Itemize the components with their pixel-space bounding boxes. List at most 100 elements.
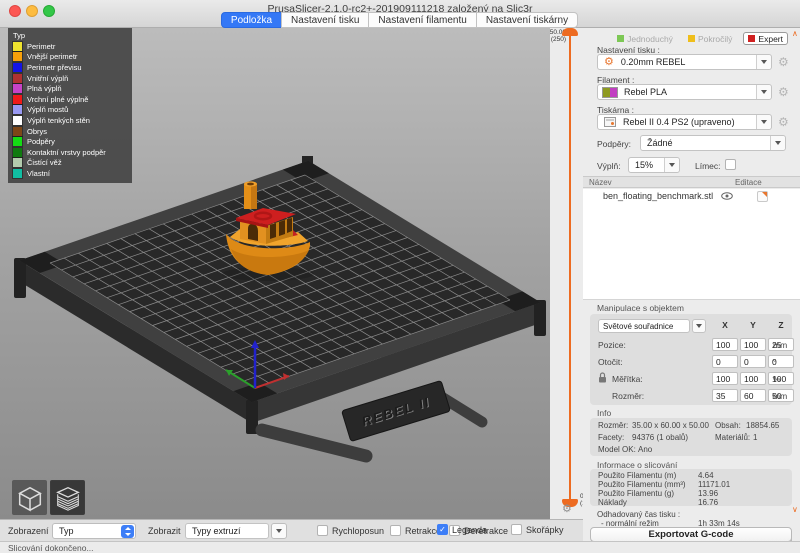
size-info-label: Rozměr:: [598, 421, 628, 430]
object-list: ben_floating_benchmark.stl: [583, 189, 800, 300]
color-swatch: [13, 116, 22, 125]
infill-label: Výplň:: [597, 161, 621, 171]
manipulation-title: Manipulace s objektem: [597, 303, 684, 313]
scale-x-input[interactable]: [712, 372, 738, 385]
show-combo[interactable]: Typy extruzí: [185, 523, 269, 539]
shells-checkbox[interactable]: [511, 524, 522, 535]
tab-printer-settings[interactable]: Nastavení tiskárny: [476, 12, 578, 28]
printer-dropdown-button[interactable]: [756, 115, 771, 129]
brim-checkbox[interactable]: [725, 159, 736, 170]
print-settings-combo[interactable]: ⚙ 0.20mm REBEL: [597, 54, 772, 70]
legend-item: Vlastní: [13, 168, 127, 179]
estimated-time-label: Odhadovaný čas tisku :: [597, 510, 680, 519]
edit-column-header: Editace: [735, 178, 762, 187]
legend-item: Kontaktní vrstvy podpěr: [13, 147, 127, 158]
axis-z-header: Z: [768, 320, 794, 330]
brim-label: Límec:: [695, 161, 721, 171]
color-swatch: [13, 84, 22, 93]
travel-checkbox-group: Rychloposun: [317, 525, 384, 536]
filament-edit-gear-icon[interactable]: ⚙: [778, 86, 789, 98]
mode-advanced-button[interactable]: Pokročilý: [684, 32, 736, 45]
sidebar-scroll-up-icon[interactable]: ∧: [792, 30, 798, 38]
export-gcode-button[interactable]: Exportovat G-code: [590, 527, 792, 542]
chevron-down-icon: [696, 324, 702, 328]
color-swatch: [13, 105, 22, 114]
print-settings-dropdown-button[interactable]: [756, 55, 771, 69]
filament-combo[interactable]: Rebel PLA: [597, 84, 772, 100]
cube-icon: [15, 483, 45, 513]
retractions-checkbox[interactable]: [390, 525, 401, 536]
model-ok-value: Ano: [638, 445, 652, 454]
scale-y-input[interactable]: [740, 372, 766, 385]
chevron-down-icon: [775, 141, 781, 145]
shells-checkbox-group: Skořápky: [511, 524, 564, 535]
print-bed: [19, 161, 540, 402]
legend-title: Typ: [13, 31, 127, 41]
axis-y-header: Y: [740, 320, 766, 330]
expert-mode-square-icon: [748, 35, 755, 42]
tab-plater[interactable]: Podložka: [221, 12, 282, 28]
legend-item: Čistící věž: [13, 158, 127, 169]
view-mode-toggle: [12, 480, 85, 515]
title-bar: PrusaSlicer-2.1.0-rc2+-201909111218 zalo…: [0, 0, 800, 28]
printer-combo[interactable]: Rebel II 0.4 PS2 (upraveno): [597, 114, 772, 130]
coordinate-system-combo[interactable]: Světové souřadnice: [598, 319, 690, 333]
color-swatch: [13, 127, 22, 136]
tab-filament-settings[interactable]: Nastavení filamentu: [368, 12, 476, 28]
size-label: Rozměr:: [612, 391, 644, 401]
infill-combo[interactable]: 15%: [628, 157, 680, 173]
infill-dropdown-button[interactable]: [664, 158, 679, 172]
simple-mode-square-icon: [617, 35, 624, 42]
3d-viewport[interactable]: REBEL II REBEL II: [0, 28, 550, 519]
supports-combo[interactable]: Žádné: [640, 135, 786, 151]
layer-slider-track[interactable]: [569, 33, 571, 501]
scale-lock-icon[interactable]: [598, 372, 607, 383]
preview-layers-view-button[interactable]: [50, 480, 85, 515]
travel-checkbox[interactable]: [317, 525, 328, 536]
scale-z-input[interactable]: [768, 372, 794, 385]
color-swatch: [13, 63, 22, 72]
coordinate-system-dropdown-button[interactable]: [692, 319, 706, 333]
facets-info-label: Facety:: [598, 433, 624, 442]
3d-editor-view-button[interactable]: [12, 480, 47, 515]
sidebar-scroll-down-icon[interactable]: ∨: [792, 506, 798, 514]
position-x-input[interactable]: [712, 338, 738, 351]
rotate-y-input[interactable]: [740, 355, 766, 368]
layer-slider-settings-gear-icon[interactable]: ⚙: [562, 503, 572, 515]
rotate-z-input[interactable]: [768, 355, 794, 368]
chevron-down-icon: [276, 529, 282, 533]
eye-visibility-icon[interactable]: [721, 192, 733, 200]
printer-edit-gear-icon[interactable]: ⚙: [778, 116, 789, 128]
model-ok-label: Model OK:: [598, 445, 636, 454]
cost-label: Náklady: [598, 498, 627, 507]
legend-checkbox-group: Legenda: [437, 524, 487, 535]
legend-item: Perimetr: [13, 41, 127, 52]
show-dropdown-button[interactable]: [271, 523, 287, 539]
rotate-x-input[interactable]: [712, 355, 738, 368]
show-label: Zobrazit: [148, 526, 181, 536]
size-x-input[interactable]: [712, 389, 738, 402]
scale-unit: %: [773, 374, 781, 384]
position-y-input[interactable]: [740, 338, 766, 351]
supports-label: Podpěry:: [597, 139, 631, 149]
size-info-value: 35.00 x 60.00 x 50.00: [632, 421, 709, 430]
mode-expert-button[interactable]: Expert: [743, 32, 788, 45]
tab-print-settings[interactable]: Nastavení tisku: [281, 12, 369, 28]
size-y-input[interactable]: [740, 389, 766, 402]
volume-info-value: 18854.65: [746, 421, 779, 430]
view-select[interactable]: Typ: [52, 523, 136, 539]
legend-item: Výplň mostů: [13, 105, 127, 116]
object-list-row[interactable]: ben_floating_benchmark.stl: [583, 189, 800, 203]
volume-info-label: Obsah:: [715, 421, 741, 430]
layer-slider-upper-handle[interactable]: [562, 28, 578, 36]
supports-dropdown-button[interactable]: [770, 136, 785, 150]
filament-dropdown-button[interactable]: [756, 85, 771, 99]
bed-name-plate: REBEL II REBEL II: [342, 380, 451, 441]
mode-simple-button[interactable]: Jednoduchý: [613, 32, 677, 45]
color-swatch: [13, 137, 22, 146]
object-name: ben_floating_benchmark.stl: [583, 191, 721, 201]
object-edit-icon[interactable]: [757, 191, 768, 202]
legend-checkbox[interactable]: [437, 524, 448, 535]
print-settings-edit-gear-icon[interactable]: ⚙: [778, 56, 789, 68]
name-column-header: Název: [589, 178, 612, 187]
